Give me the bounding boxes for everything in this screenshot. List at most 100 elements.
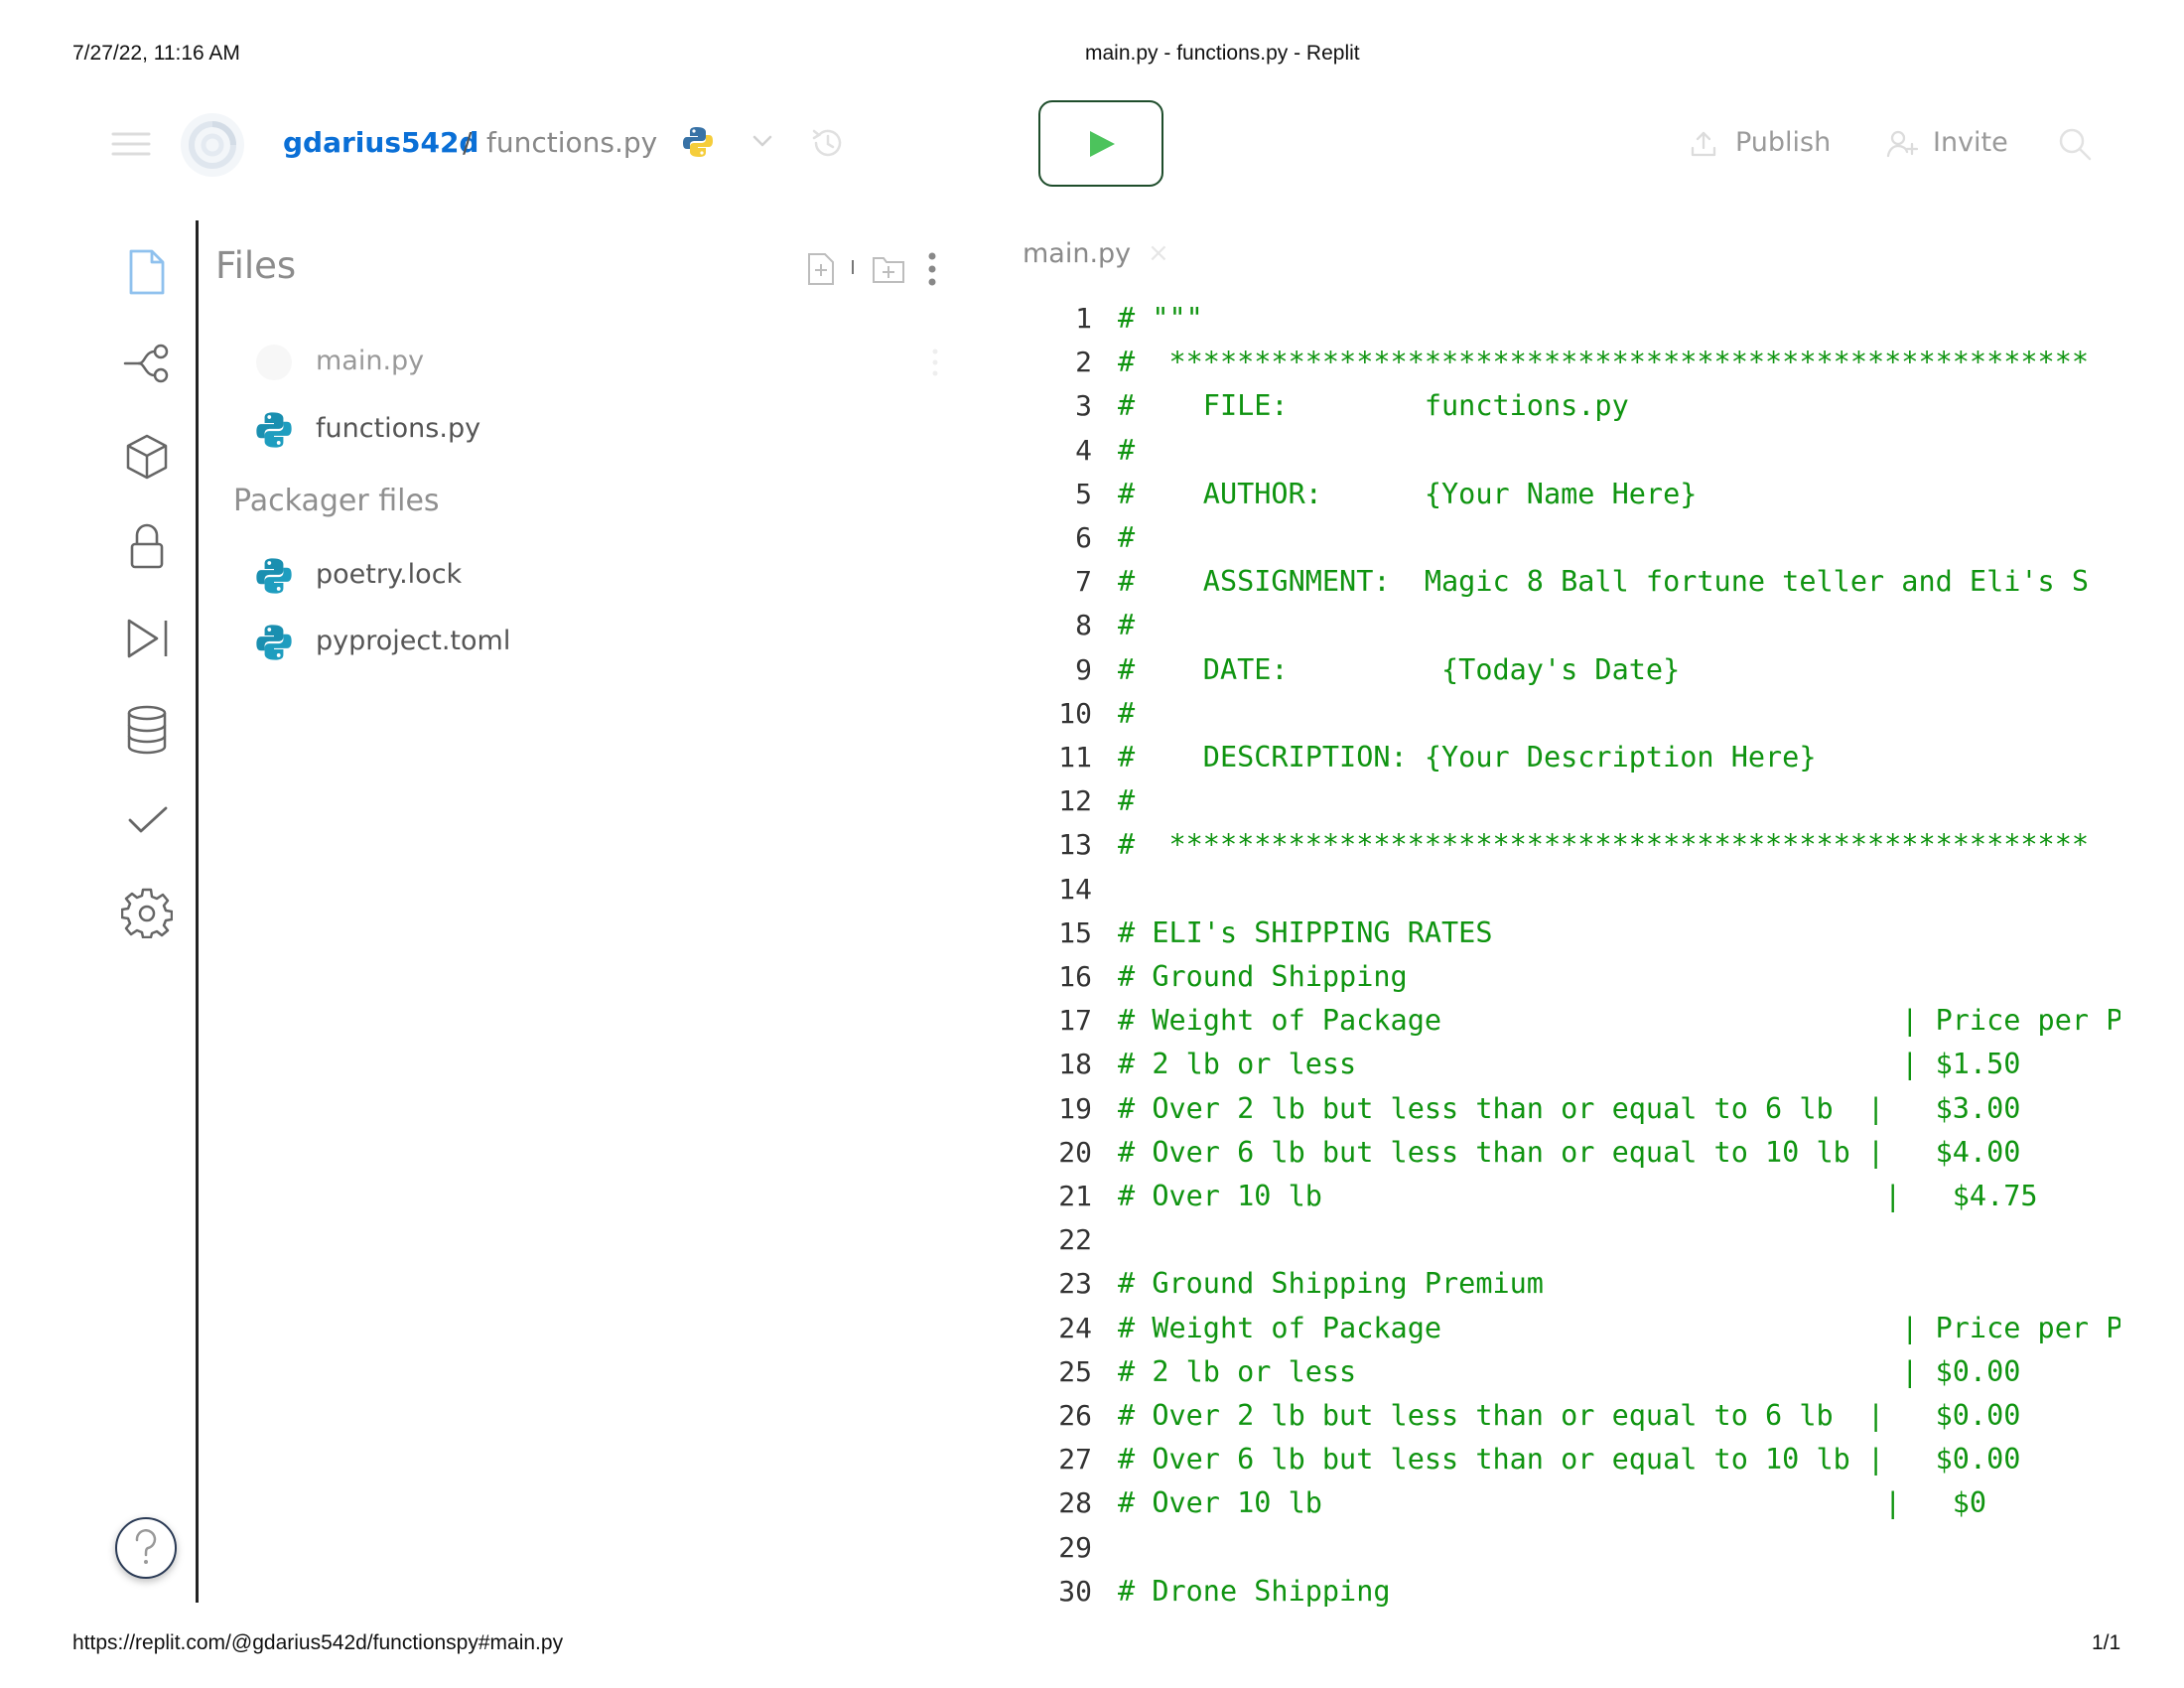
line-number: 22 <box>1058 1223 1092 1257</box>
sidebar-divider <box>196 220 199 1603</box>
line-number: 9 <box>1075 652 1092 686</box>
run-button[interactable] <box>1038 100 1163 187</box>
help-icon <box>131 1529 161 1569</box>
line-number: 27 <box>1058 1443 1092 1477</box>
code-line-row: 10 # <box>1032 697 2120 741</box>
replit-logo-icon[interactable] <box>179 111 246 179</box>
files-panel-title: Files <box>215 244 297 287</box>
unit-tests-icon[interactable] <box>127 804 169 836</box>
code-line-row: 2 # *************************************… <box>1032 346 2120 389</box>
code-line-row: 30 # Drone Shipping <box>1032 1575 2120 1615</box>
invite-label: Invite <box>1933 127 2008 158</box>
python-file-icon <box>254 556 294 596</box>
help-button[interactable] <box>115 1517 177 1579</box>
file-item-functions-py[interactable]: functions.py <box>236 405 951 455</box>
files-icon[interactable] <box>127 248 167 296</box>
line-number: 24 <box>1058 1311 1092 1344</box>
line-number: 20 <box>1058 1135 1092 1169</box>
file-menu-icon[interactable] <box>931 348 939 377</box>
tab-close-icon[interactable]: × <box>1148 238 1169 268</box>
code-line-row: 15 # ELI's SHIPPING RATES <box>1032 916 2120 960</box>
code-line-row: 5 # AUTHOR: {Your Name Here} <box>1032 478 2120 521</box>
toolbar-divider <box>852 260 854 274</box>
code-line-row: 3 # FILE: functions.py <box>1032 389 2120 433</box>
print-page-count: 1/1 <box>2092 1631 2121 1654</box>
code-line-row: 7 # ASSIGNMENT: Magic 8 Ball fortune tell… <box>1032 565 2120 609</box>
invite-icon <box>1886 129 1918 159</box>
invite-button[interactable]: Invite <box>1886 127 2025 163</box>
settings-icon[interactable] <box>121 887 173 938</box>
code-line: # Over 2 lb but less than or equal to 6 … <box>1118 1399 2021 1432</box>
code-line: # DESCRIPTION: {Your Description Here} <box>1118 741 1817 774</box>
code-line: # DATE: {Today's Date} <box>1118 652 1681 686</box>
breadcrumb-repl-name[interactable]: functions.py <box>486 126 657 159</box>
more-options-icon[interactable] <box>927 251 937 287</box>
search-icon[interactable] <box>2057 126 2093 162</box>
file-item-pyproject-toml[interactable]: pyproject.toml <box>236 618 951 667</box>
publish-label: Publish <box>1735 127 1832 158</box>
database-icon[interactable] <box>126 705 168 755</box>
line-number: 25 <box>1058 1354 1092 1388</box>
run-icon <box>1088 130 1116 158</box>
line-number: 7 <box>1075 565 1092 599</box>
print-page-title: main.py - functions.py - Replit <box>1085 42 1360 65</box>
code-line-row: 6 # <box>1032 521 2120 565</box>
code-line: # Weight of Package | Price per P <box>1118 1311 2120 1344</box>
line-number: 8 <box>1075 609 1092 642</box>
file-name: functions.py <box>316 413 481 444</box>
file-icon <box>256 345 292 380</box>
packages-icon[interactable] <box>125 433 169 481</box>
code-line-row: 21 # Over 10 lb | $4.75 <box>1032 1180 2120 1223</box>
editor-tab-main-py[interactable]: main.py × <box>1023 238 1171 278</box>
code-line-row: 17 # Weight of Package | Price per P <box>1032 1004 2120 1048</box>
code-line-row: 1 # """ <box>1032 302 2120 346</box>
line-number: 19 <box>1058 1091 1092 1125</box>
code-line: # <box>1118 696 1136 730</box>
new-folder-icon[interactable] <box>872 254 905 284</box>
breadcrumb-username[interactable]: gdarius542d <box>283 126 478 159</box>
line-number: 23 <box>1058 1267 1092 1301</box>
line-number: 3 <box>1075 389 1092 423</box>
chevron-down-icon[interactable] <box>751 133 773 149</box>
code-line-row: 28 # Over 10 lb | $0 <box>1032 1486 2120 1530</box>
version-control-icon[interactable] <box>123 342 173 385</box>
line-number: 15 <box>1058 915 1092 949</box>
code-line-row: 8 # <box>1032 609 2120 652</box>
line-number: 4 <box>1075 433 1092 467</box>
code-line: # """ <box>1118 302 1203 335</box>
line-number: 10 <box>1058 696 1092 730</box>
code-editor[interactable]: 1 # """ 2 # *******************************… <box>1032 294 2120 1615</box>
code-line: # Ground Shipping <box>1118 960 1408 993</box>
code-line-row: 13 # ************************************… <box>1032 828 2120 872</box>
new-file-icon[interactable] <box>806 252 836 286</box>
code-line: # Ground Shipping Premium <box>1118 1267 1544 1301</box>
code-line: # <box>1118 609 1136 642</box>
code-line: # Over 6 lb but less than or equal to 10… <box>1118 1443 2021 1477</box>
history-icon[interactable] <box>809 124 847 162</box>
publish-icon <box>1689 129 1718 159</box>
menu-icon[interactable] <box>111 129 151 159</box>
code-line: # Weight of Package | Price per P <box>1118 1004 2120 1038</box>
file-name: main.py <box>316 346 425 376</box>
code-line: # **************************************… <box>1118 828 2090 862</box>
code-line: # **************************************… <box>1118 346 2090 379</box>
line-number: 5 <box>1075 477 1092 510</box>
print-url: https://replit.com/@gdarius542d/function… <box>72 1631 564 1654</box>
file-item-main-py[interactable]: main.py <box>236 338 951 387</box>
code-line-row: 27 # Over 6 lb but less than or equal to … <box>1032 1443 2120 1486</box>
code-line-row: 24 # Weight of Package | Price per P <box>1032 1312 2120 1355</box>
code-line-row: 14 <box>1032 873 2120 916</box>
code-line: # 2 lb or less | $1.50 <box>1118 1048 2021 1081</box>
line-number: 30 <box>1058 1574 1092 1608</box>
line-number: 18 <box>1058 1048 1092 1081</box>
line-number: 12 <box>1058 784 1092 818</box>
packager-files-title: Packager files <box>233 484 440 518</box>
publish-button[interactable]: Publish <box>1689 127 1847 163</box>
code-line: # AUTHOR: {Your Name Here} <box>1118 477 1698 510</box>
secrets-icon[interactable] <box>129 522 165 570</box>
python-file-icon <box>254 410 294 450</box>
file-item-poetry-lock[interactable]: poetry.lock <box>236 551 951 601</box>
debugger-icon[interactable] <box>126 618 170 659</box>
code-line-row: 23 # Ground Shipping Premium <box>1032 1267 2120 1311</box>
code-line-row: 11 # DESCRIPTION: {Your Description Here} <box>1032 741 2120 784</box>
